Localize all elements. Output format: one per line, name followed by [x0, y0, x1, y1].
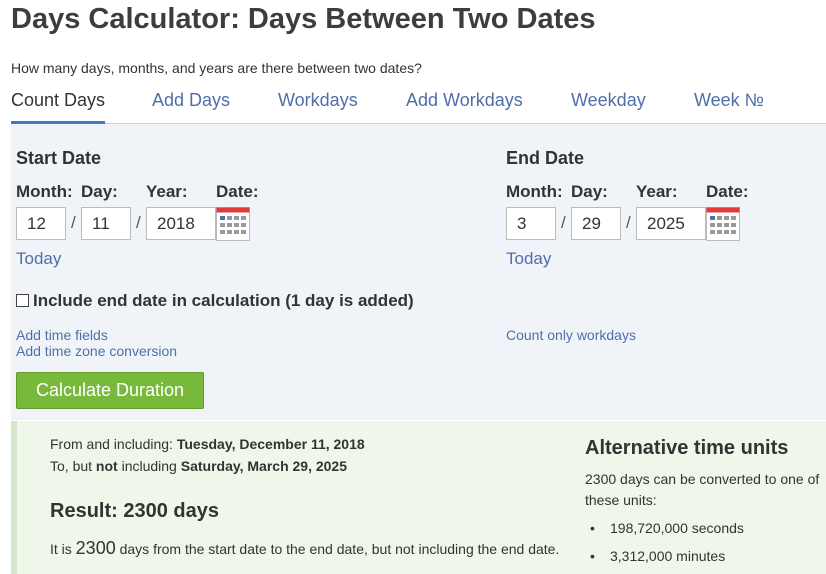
result-from-line: From and including: Tuesday, December 11…: [50, 436, 365, 452]
result-panel: From and including: Tuesday, December 11…: [11, 421, 826, 574]
date-separator: /: [561, 213, 566, 232]
date-separator: /: [71, 213, 76, 232]
include-end-date-checkbox[interactable]: [16, 294, 29, 307]
result-days-count: 2300: [75, 538, 116, 558]
alternative-units-title: Alternative time units: [585, 437, 789, 459]
end-date-heading: End Date: [506, 148, 585, 168]
calculate-duration-button[interactable]: Calculate Duration: [16, 372, 204, 409]
tab-count-days[interactable]: Count Days: [11, 90, 105, 111]
end-date-label: Date:: [706, 182, 749, 201]
result-sentence: It is 2300 days from the start date to t…: [50, 538, 559, 559]
date-separator: /: [626, 213, 631, 232]
page-title: Days Calculator: Days Between Two Dates: [11, 3, 596, 35]
date-separator: /: [136, 213, 141, 232]
result-from-date: Tuesday, December 11, 2018: [176, 436, 365, 452]
alternative-unit-item: 198,720,000 seconds: [590, 520, 744, 536]
page-subtitle: How many days, months, and years are the…: [11, 60, 422, 76]
start-day-input[interactable]: [81, 207, 131, 240]
end-today-link[interactable]: Today: [506, 249, 551, 269]
include-end-date-label[interactable]: Include end date in calculation (1 day i…: [33, 291, 414, 311]
add-time-fields-link[interactable]: Add time fields: [16, 327, 108, 343]
alternative-unit-item: 3,312,000 minutes: [590, 548, 725, 564]
start-year-input[interactable]: [146, 207, 216, 240]
result-from-prefix: From and including:: [50, 436, 177, 452]
start-today-link[interactable]: Today: [16, 249, 61, 269]
start-day-label: Day:: [81, 182, 118, 201]
result-to-date: Saturday, March 29, 2025: [180, 458, 348, 474]
result-to-mid: including: [117, 458, 181, 474]
start-month-input[interactable]: [16, 207, 66, 240]
end-calendar-icon[interactable]: [706, 207, 740, 241]
result-title: Result: 2300 days: [50, 500, 219, 522]
start-date-label: Date:: [216, 182, 259, 201]
end-year-input[interactable]: [636, 207, 706, 240]
start-month-label: Month:: [16, 182, 73, 201]
tab-bar: Count Days Add Days Workdays Add Workday…: [11, 85, 826, 125]
result-it-is: It is: [50, 541, 76, 557]
alternative-units-text: 2300 days can be converted to one of the…: [585, 471, 820, 508]
tab-week-number[interactable]: Week №: [694, 90, 764, 111]
tab-add-workdays[interactable]: Add Workdays: [406, 90, 523, 111]
result-to-prefix: To, but: [50, 458, 96, 474]
end-month-input[interactable]: [506, 207, 556, 240]
result-sentence-rest: days from the start date to the end date…: [115, 541, 560, 557]
tab-weekday[interactable]: Weekday: [571, 90, 646, 111]
end-month-label: Month:: [506, 182, 563, 201]
start-date-heading: Start Date: [16, 148, 102, 168]
result-to-not: not: [95, 458, 118, 474]
add-time-zone-link[interactable]: Add time zone conversion: [16, 343, 177, 359]
end-day-input[interactable]: [571, 207, 621, 240]
start-calendar-icon[interactable]: [216, 207, 250, 241]
end-year-label: Year:: [636, 182, 678, 201]
start-year-label: Year:: [146, 182, 188, 201]
tab-add-days[interactable]: Add Days: [152, 90, 230, 111]
result-to-line: To, but not including Saturday, March 29…: [50, 458, 347, 474]
end-day-label: Day:: [571, 182, 608, 201]
count-workdays-link[interactable]: Count only workdays: [506, 327, 636, 343]
tab-workdays[interactable]: Workdays: [278, 90, 358, 111]
